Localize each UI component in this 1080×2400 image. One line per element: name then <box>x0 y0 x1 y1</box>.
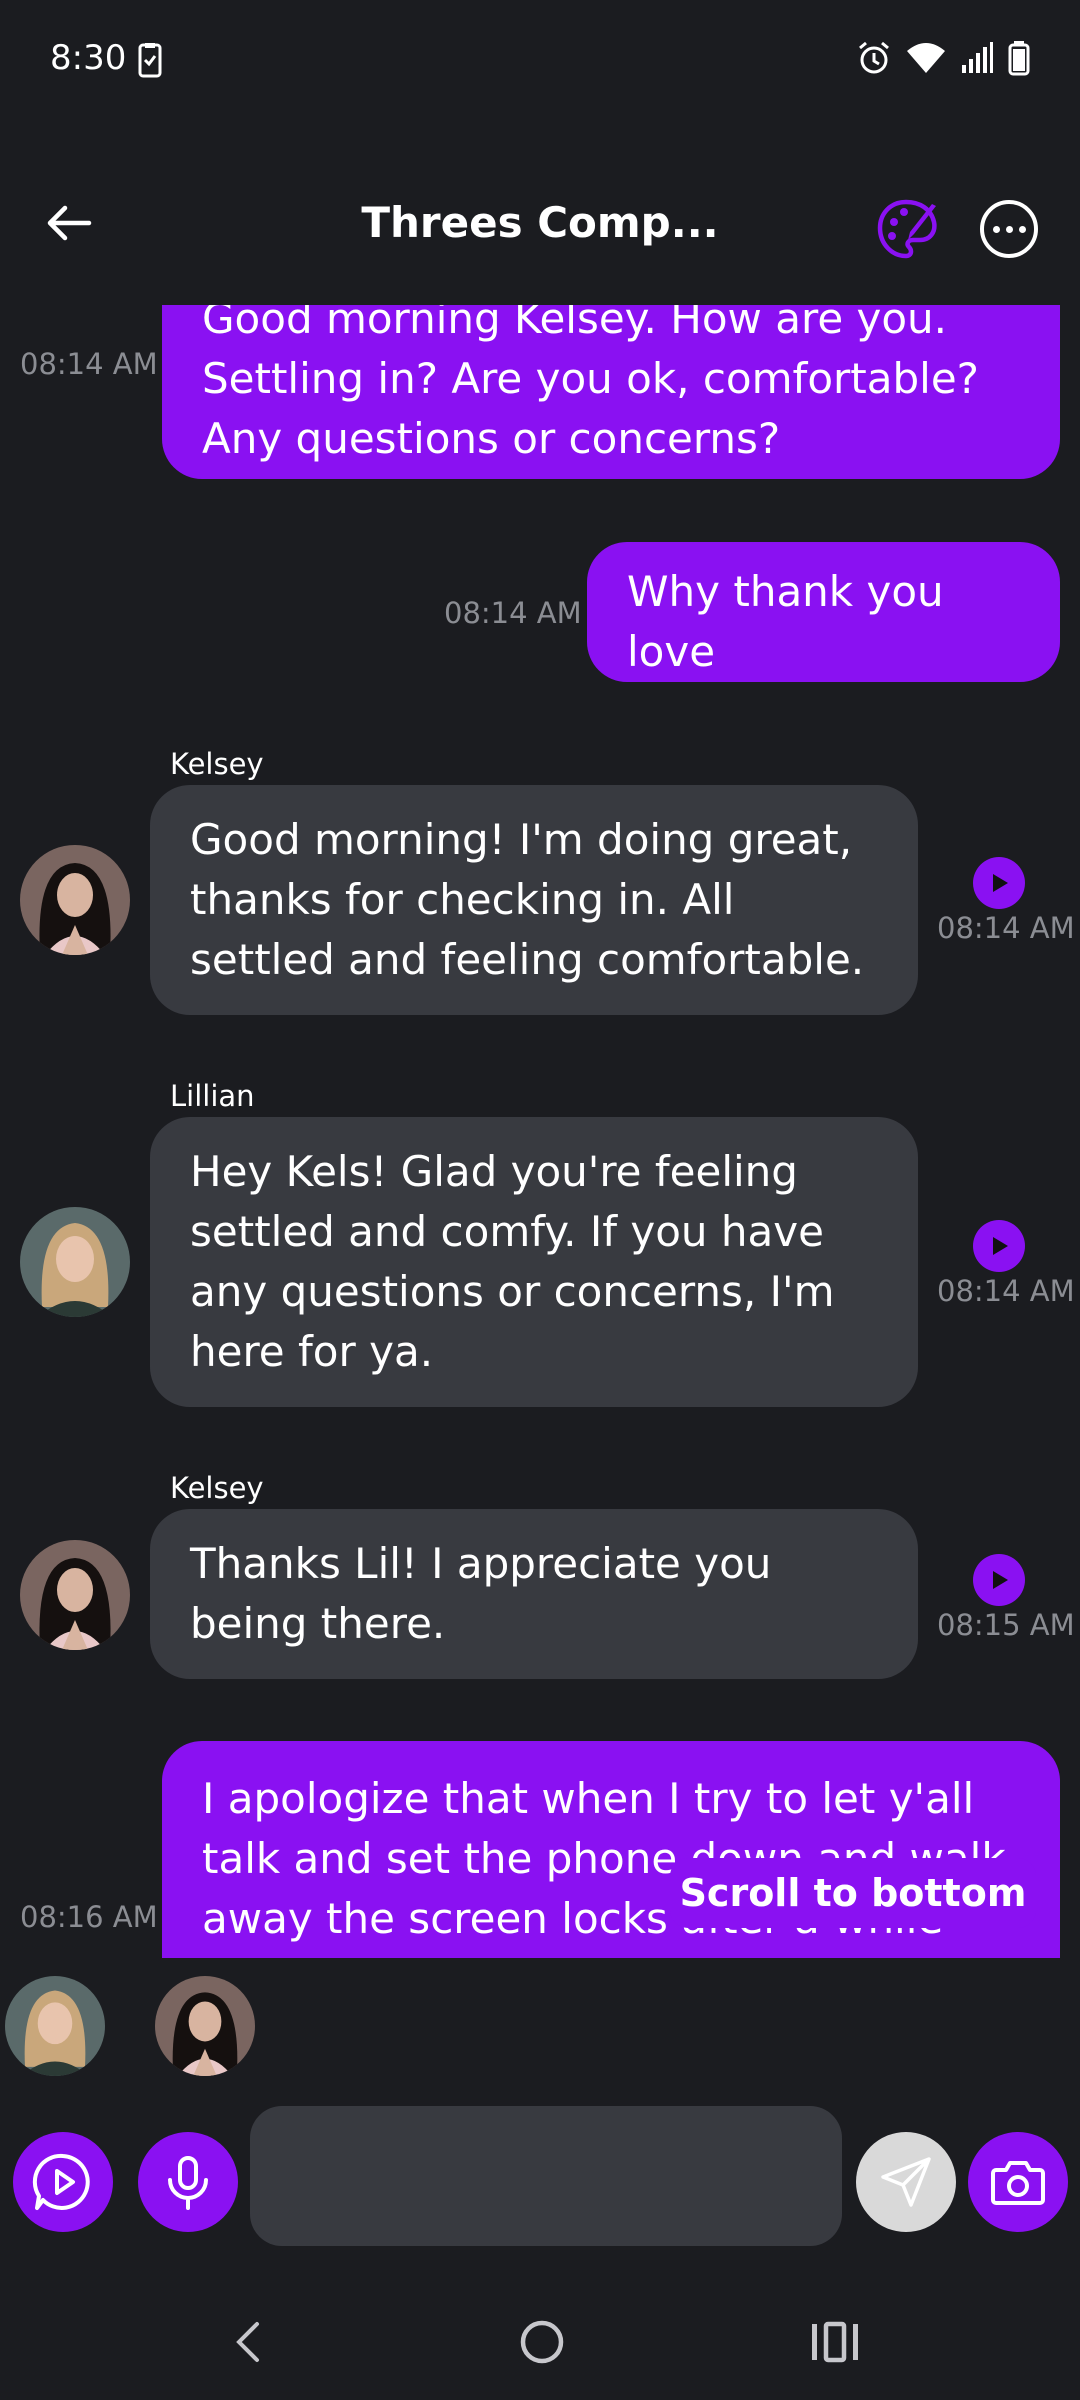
more-icon <box>992 225 1000 233</box>
outgoing-message[interactable]: Why thank you love <box>587 542 1060 682</box>
clipboard-icon <box>138 42 162 82</box>
camera-icon <box>991 2161 1045 2205</box>
avatar-kelsey[interactable] <box>20 845 130 955</box>
play-icon <box>993 1571 1008 1589</box>
participant-avatar-lillian[interactable] <box>5 1976 105 2076</box>
palette-button[interactable] <box>876 196 942 262</box>
send-button[interactable] <box>856 2132 956 2232</box>
wifi-icon <box>906 41 946 79</box>
chevron-left-icon <box>236 2322 259 2362</box>
play-icon <box>993 1237 1008 1255</box>
back-button[interactable] <box>36 190 102 256</box>
play-audio-button[interactable] <box>973 857 1025 909</box>
play-bubble-icon <box>32 2153 90 2210</box>
avatar-kelsey[interactable] <box>20 1540 130 1650</box>
message-input[interactable] <box>250 2106 842 2246</box>
incoming-message[interactable]: Hey Kels! Glad you're feeling settled an… <box>150 1117 918 1407</box>
message-time: 08:14 AM <box>937 1274 1075 1308</box>
incoming-message[interactable]: Good morning! I'm doing great, thanks fo… <box>150 785 918 1015</box>
sender-name: Kelsey <box>170 1471 264 1505</box>
alarm-icon <box>856 40 892 80</box>
message-time: 08:15 AM <box>937 1608 1075 1642</box>
message-time: 08:16 AM <box>20 1900 158 1934</box>
scroll-to-bottom-button[interactable]: Scroll to bottom <box>670 1858 1036 1928</box>
signal-icon <box>960 41 994 79</box>
message-time: 08:14 AM <box>20 347 158 381</box>
nav-home-button[interactable] <box>516 2316 568 2368</box>
chat-title: Threes Comp... <box>361 198 719 247</box>
nav-recents-button[interactable] <box>810 2318 862 2366</box>
sender-name: Kelsey <box>170 747 264 781</box>
voice-play-button[interactable] <box>13 2132 113 2232</box>
message-time: 08:14 AM <box>444 596 582 630</box>
mic-icon <box>168 2156 208 2210</box>
message-time: 08:14 AM <box>937 911 1075 945</box>
more-options-button[interactable] <box>980 200 1038 258</box>
play-audio-button[interactable] <box>973 1220 1025 1272</box>
nav-back-button[interactable] <box>222 2316 274 2368</box>
palette-icon <box>877 199 937 259</box>
outgoing-message[interactable]: Good morning Kelsey. How are you. Settli… <box>162 305 1060 479</box>
microphone-button[interactable] <box>138 2132 238 2232</box>
sender-name: Lillian <box>170 1079 255 1113</box>
play-icon <box>993 874 1008 892</box>
avatar-lillian[interactable] <box>20 1207 130 1317</box>
chat-list[interactable]: 08:14 AM Good morning Kelsey. How are yo… <box>0 305 1080 1958</box>
send-icon <box>881 2157 931 2207</box>
back-arrow-icon <box>47 205 92 241</box>
recents-icon <box>812 2321 858 2363</box>
participant-avatar-kelsey[interactable] <box>155 1976 255 2076</box>
home-circle-icon <box>520 2320 564 2364</box>
camera-button[interactable] <box>968 2132 1068 2232</box>
battery-icon <box>1008 40 1030 80</box>
incoming-message[interactable]: Thanks Lil! I appreciate you being there… <box>150 1509 918 1679</box>
status-time: 8:30 <box>50 38 127 78</box>
play-audio-button[interactable] <box>973 1554 1025 1606</box>
